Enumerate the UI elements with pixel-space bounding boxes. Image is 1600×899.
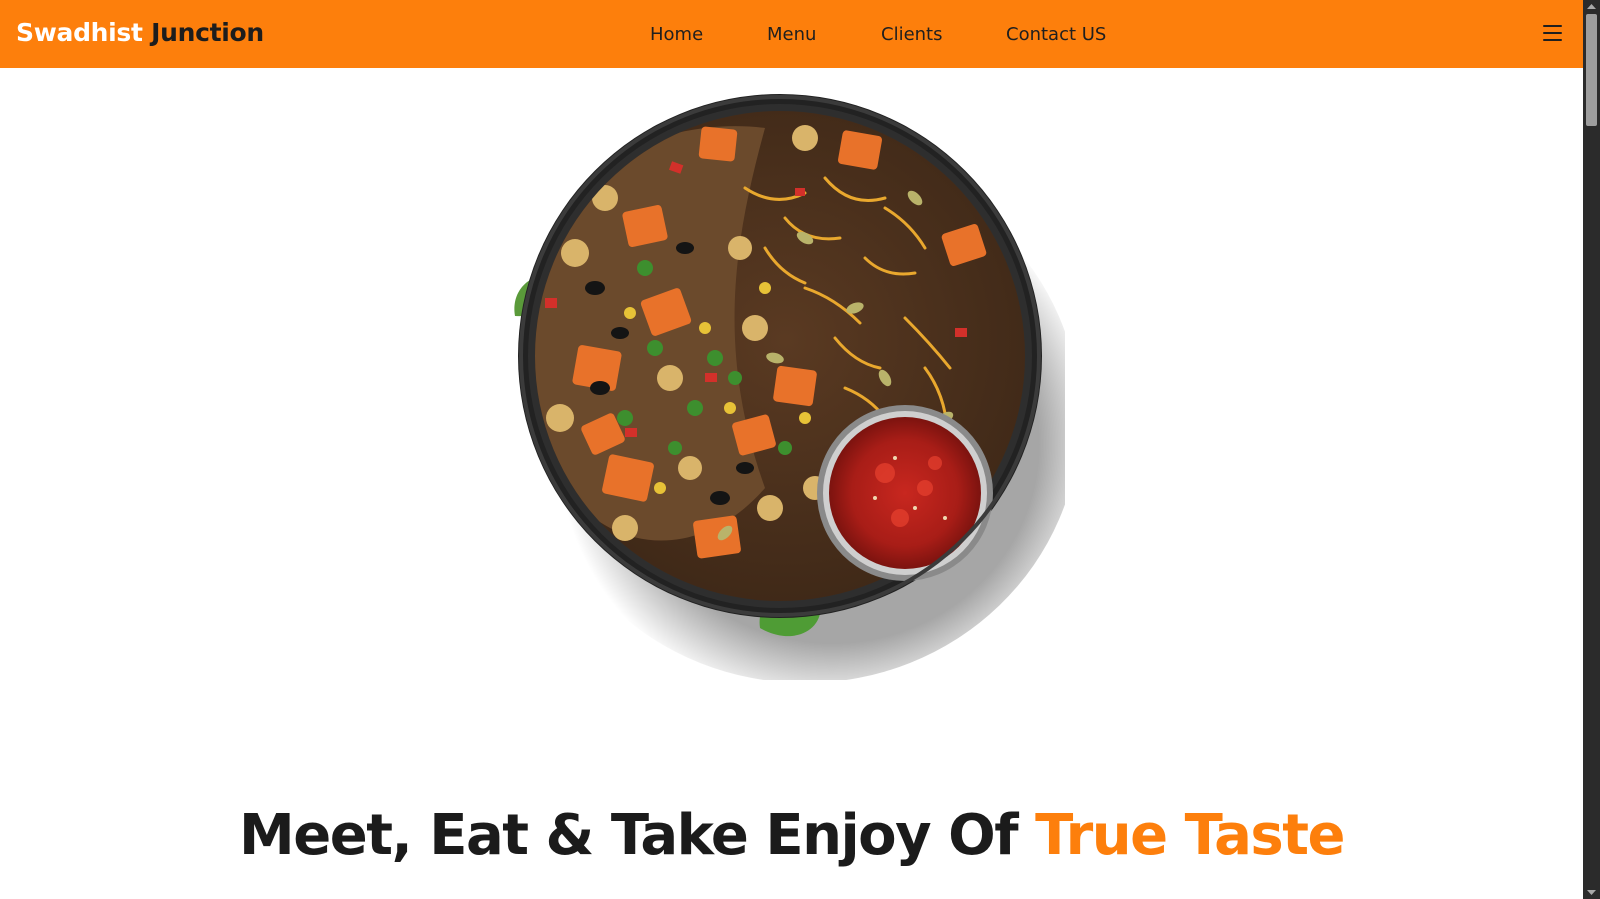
food-bowl-image: [514, 94, 1065, 680]
brand-name-first: Swadhist: [16, 18, 143, 47]
navbar: Swadhist Junction Home Menu Clients Cont…: [0, 0, 1583, 68]
headline-main-text: Meet, Eat & Take Enjoy Of: [239, 803, 1019, 868]
nav-contact-link[interactable]: Contact US: [1006, 21, 1106, 49]
brand-name-second: Junction: [151, 18, 264, 47]
hero-headline: Meet, Eat & Take Enjoy Of True Taste: [0, 800, 1583, 872]
brand-logo[interactable]: Swadhist Junction: [16, 17, 264, 49]
nav-clients-link[interactable]: Clients: [881, 21, 943, 49]
headline-accent-text: True Taste: [1035, 803, 1345, 868]
nav-home-link[interactable]: Home: [650, 21, 703, 49]
page-viewport: Swadhist Junction Home Menu Clients Cont…: [0, 0, 1583, 899]
scroll-up-arrow-icon[interactable]: [1583, 0, 1600, 14]
nav-menu-link[interactable]: Menu: [767, 21, 816, 49]
page-scrollbar[interactable]: [1583, 0, 1600, 899]
hamburger-menu-icon[interactable]: [1543, 24, 1563, 42]
scrollbar-thumb[interactable]: [1586, 14, 1597, 126]
scroll-down-arrow-icon[interactable]: [1583, 885, 1600, 899]
